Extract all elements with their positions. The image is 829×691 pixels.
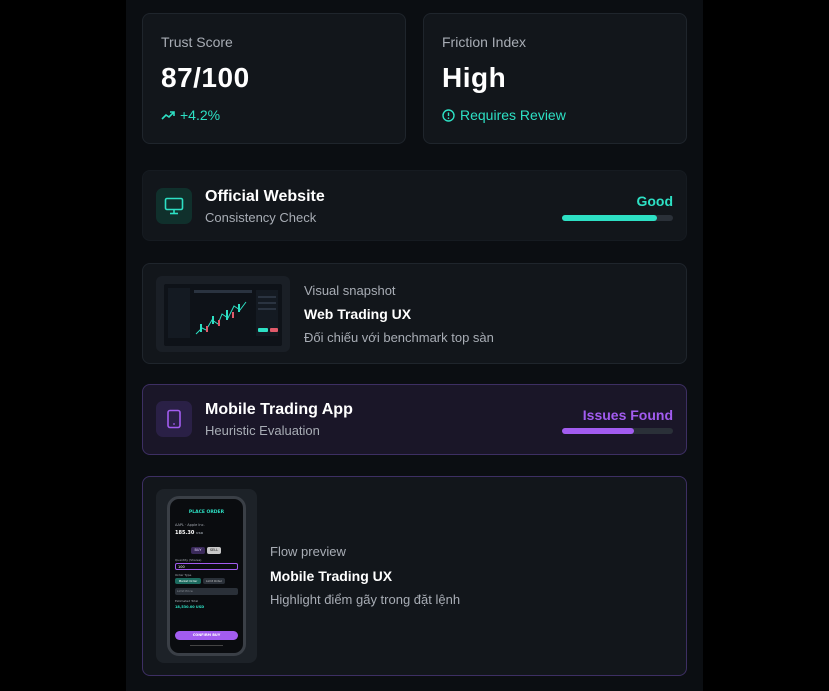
phone-order-type-b[interactable]: Limit Order [203,578,225,584]
trust-score-change: +4.2% [161,107,220,123]
trust-score-card: Trust Score 87/100 +4.2% [142,13,406,144]
mobile-trading-app-status: Issues Found [582,407,673,423]
official-website-title: Official Website [205,188,325,205]
trust-score-change-text: +4.2% [180,107,221,123]
flow-preview-description: Highlight điểm gãy trong đặt lệnh [270,592,461,607]
phone-order-type-label: Order Type [175,573,192,577]
trending-up-icon [161,110,175,120]
friction-index-note: Requires Review [442,107,566,123]
friction-index-value: High [442,62,507,93]
flow-preview-label: Flow preview [270,544,346,559]
official-website-row[interactable]: Official Website Consistency Check Good [142,170,687,241]
alert-circle-icon [442,108,455,122]
official-website-status: Good [636,193,673,209]
tablet-icon [156,401,192,437]
web-snapshot-description: Đối chiếu với benchmark top sàn [304,330,494,345]
phone-sell-tab[interactable]: SELL [207,547,221,554]
phone-mockup: PLACE ORDER AAPL · Apple Inc. 185.30 USD… [167,496,246,656]
phone-price-value: 185.30 [175,530,195,536]
trust-score-value: 87/100 [161,62,250,93]
phone-qty-label: Quantity (Shares) [175,558,202,562]
official-website-subtitle: Consistency Check [205,210,317,225]
phone-order-type-a[interactable]: Market Order [175,578,201,584]
mobile-trading-app-progress-bar [562,428,673,434]
phone-price-unit: USD [196,531,204,535]
phone-total-value: 18,530.00 USD [175,605,205,609]
web-trading-thumbnail [156,276,290,352]
main-panel: Trust Score 87/100 +4.2% Friction Index … [126,0,703,691]
phone-total-label: Estimated Total [175,599,199,603]
phone-price: 185.30 USD [175,530,203,536]
phone-qty-input[interactable]: 100 [175,563,238,570]
flow-preview-card[interactable]: PLACE ORDER AAPL · Apple Inc. 185.30 USD… [142,476,687,676]
mobile-trading-app-row[interactable]: Mobile Trading App Heuristic Evaluation … [142,384,687,455]
monitor-icon [156,188,192,224]
mobile-trading-app-subtitle: Heuristic Evaluation [205,423,320,438]
official-website-progress-fill [562,215,658,221]
friction-index-note-text: Requires Review [460,107,566,123]
official-website-progress-bar [562,215,673,221]
mobile-flow-thumbnail: PLACE ORDER AAPL · Apple Inc. 185.30 USD… [156,489,257,663]
phone-header: PLACE ORDER [188,510,225,515]
phone-confirm-button[interactable]: CONFIRM BUY [175,631,238,640]
friction-index-card: Friction Index High Requires Review [423,13,687,144]
flow-preview-title: Mobile Trading UX [270,568,393,584]
web-snapshot-title: Web Trading UX [304,306,412,322]
web-snapshot-card[interactable]: Visual snapshot Web Trading UX Đối chiếu… [142,263,687,364]
friction-index-label: Friction Index [442,34,527,50]
web-snapshot-label: Visual snapshot [304,283,396,298]
trust-score-label: Trust Score [161,34,233,50]
mobile-trading-app-progress-fill [562,428,635,434]
phone-buy-tab[interactable]: BUY [191,547,205,554]
phone-home-indicator [190,645,223,646]
phone-limit-input[interactable]: Limit Price [175,588,238,595]
phone-pair: AAPL · Apple Inc. [175,523,205,527]
mobile-trading-app-title: Mobile Trading App [205,401,353,418]
